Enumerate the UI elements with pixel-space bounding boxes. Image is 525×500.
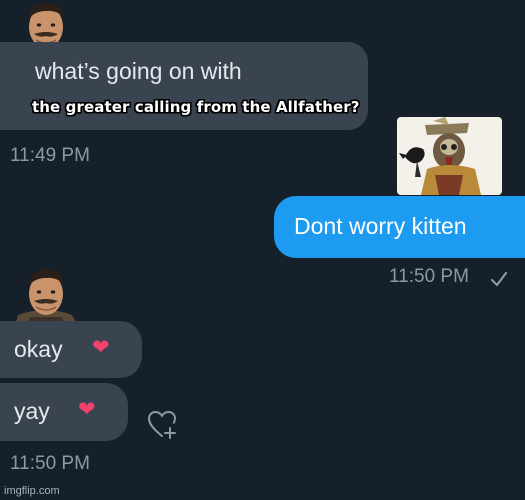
message-text: yay <box>14 398 50 424</box>
received-message-bubble: okay ❤ <box>0 321 142 378</box>
message-text: what’s going on with <box>35 58 242 84</box>
sender-avatar <box>397 117 502 195</box>
heart-emoji-icon: ❤ <box>78 398 96 421</box>
received-message-bubble: what’s going on with <box>0 42 368 130</box>
message-text: Dont worry kitten <box>294 213 467 239</box>
received-message-bubble: yay ❤ <box>0 383 128 441</box>
contact-avatar-bottom <box>6 265 86 329</box>
message-timestamp: 11:49 PM <box>10 145 90 166</box>
meme-caption-overlay: the greater calling from the Allfather? <box>32 98 360 116</box>
message-timestamp: 11:50 PM <box>10 453 90 474</box>
message-text: okay <box>14 336 63 362</box>
add-reaction-heart-icon[interactable] <box>146 408 180 447</box>
heart-emoji-icon: ❤ <box>92 336 110 359</box>
message-timestamp: 11:50 PM <box>389 266 469 287</box>
sent-message-bubble: Dont worry kitten <box>274 196 525 258</box>
delivered-check-icon <box>489 270 509 293</box>
watermark: imgflip.com <box>4 485 60 497</box>
